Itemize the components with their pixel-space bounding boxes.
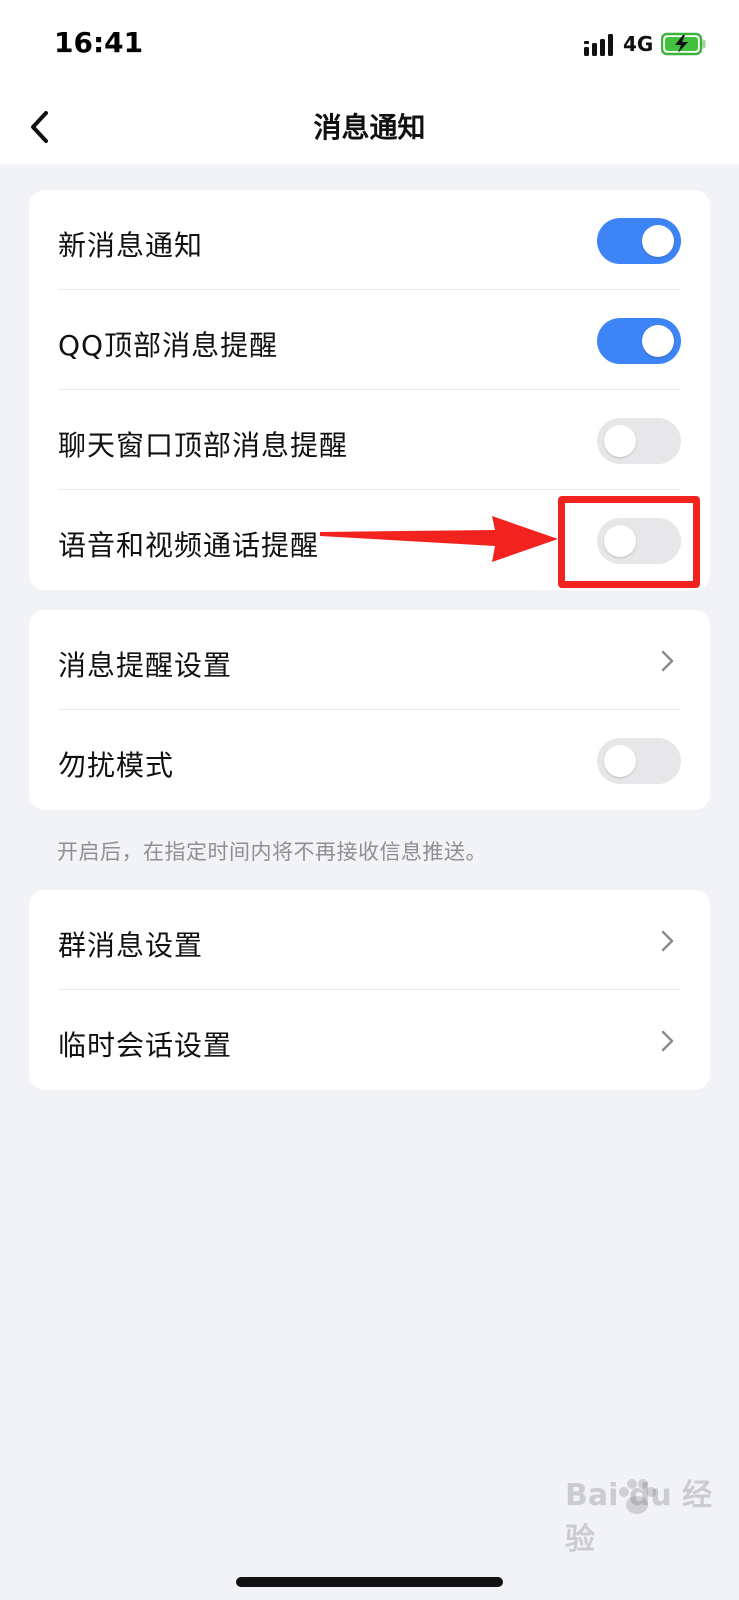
row-label: 群消息设置	[58, 929, 204, 962]
row-label: QQ顶部消息提醒	[58, 329, 279, 362]
nav-bar: 消息通知	[0, 90, 739, 164]
toggle-knob	[642, 225, 674, 257]
row-label: 消息提醒设置	[58, 649, 233, 682]
chat-window-top-reminder-toggle[interactable]	[597, 418, 681, 464]
settings-row-reminder-settings[interactable]: 消息提醒设置	[29, 610, 710, 710]
row-label: 语音和视频通话提醒	[58, 529, 320, 562]
row-label: 临时会话设置	[58, 1029, 233, 1062]
settings-row-temp-session[interactable]: 临时会话设置	[29, 990, 710, 1090]
row-label: 勿扰模式	[58, 749, 175, 782]
page-title: 消息通知	[313, 111, 426, 144]
status-bar: 16:41 4G	[0, 0, 739, 90]
new-message-toggle[interactable]	[597, 218, 681, 264]
settings-row-group-message[interactable]: 群消息设置	[29, 890, 710, 990]
status-time: 16:41	[54, 26, 144, 59]
reminder-settings-card: 消息提醒设置 勿扰模式	[29, 610, 710, 810]
settings-row-qq-top-reminder[interactable]: QQ顶部消息提醒	[29, 290, 710, 390]
chevron-right-icon	[661, 930, 674, 952]
annotation-arrow	[320, 516, 558, 562]
toggle-knob	[604, 745, 636, 777]
watermark: Bai du 经验	[565, 1478, 725, 1558]
qq-top-reminder-toggle[interactable]	[597, 318, 681, 364]
row-label: 新消息通知	[58, 229, 204, 262]
settings-row-do-not-disturb[interactable]: 勿扰模式	[29, 710, 710, 810]
do-not-disturb-toggle[interactable]	[597, 738, 681, 784]
settings-row-chat-window-top-reminder[interactable]: 聊天窗口顶部消息提醒	[29, 390, 710, 490]
watermark-text: Bai du 经验	[565, 1478, 713, 1557]
toggle-knob	[642, 325, 674, 357]
chevron-right-icon	[661, 650, 674, 672]
home-indicator	[236, 1577, 503, 1587]
toggle-knob	[604, 425, 636, 457]
network-label: 4G	[623, 32, 654, 56]
do-not-disturb-hint: 开启后，在指定时间内将不再接收信息推送。	[57, 840, 487, 864]
row-label: 聊天窗口顶部消息提醒	[58, 429, 349, 462]
session-settings-card: 群消息设置 临时会话设置	[29, 890, 710, 1090]
signal-icon	[584, 34, 613, 56]
battery-charging-icon	[661, 32, 706, 56]
chevron-right-icon	[661, 1030, 674, 1052]
annotation-highlight-box	[558, 496, 700, 588]
settings-row-new-message[interactable]: 新消息通知	[29, 190, 710, 290]
